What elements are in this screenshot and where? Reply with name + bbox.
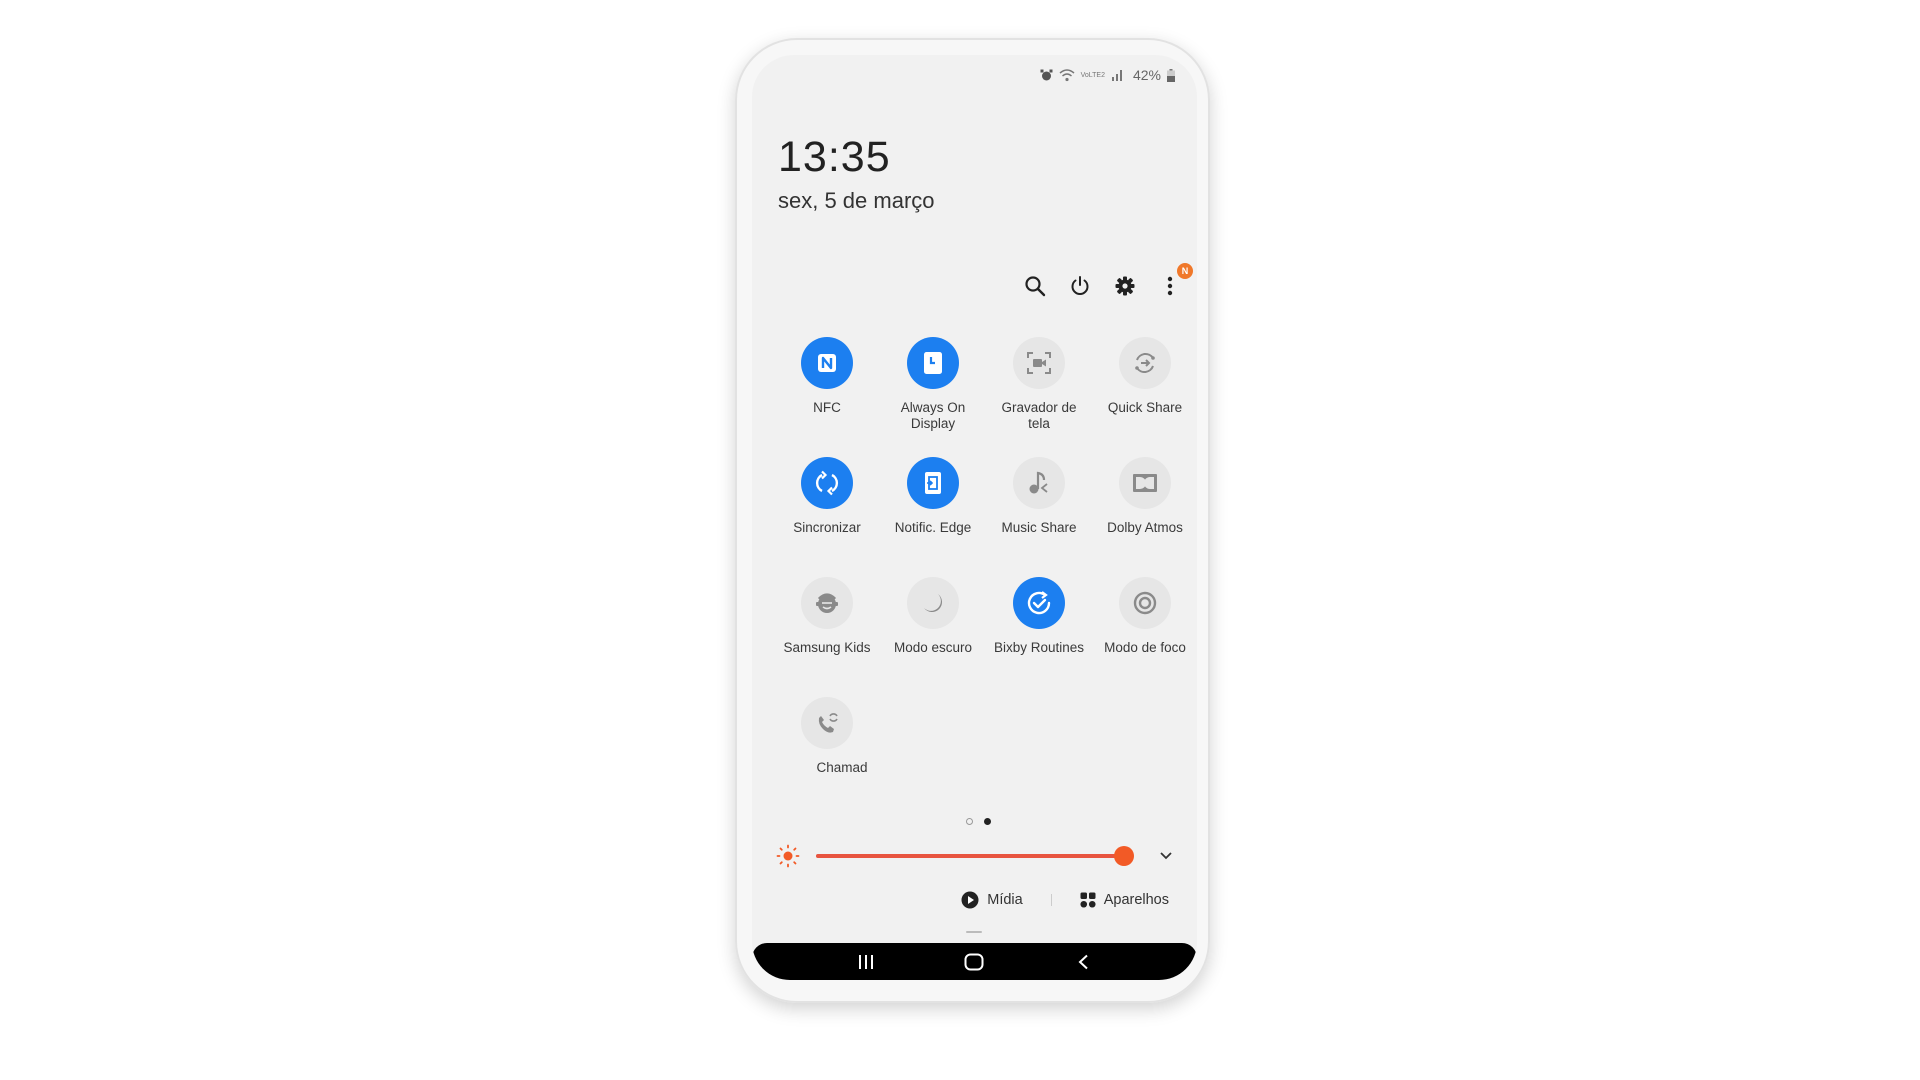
brightness-slider-thumb[interactable] xyxy=(1114,846,1135,866)
tile-screen-recorder[interactable]: Gravador de tela xyxy=(986,337,1092,457)
sun-icon xyxy=(776,844,800,868)
tile-label: Gravador de tela xyxy=(1001,400,1077,431)
bixby-routines-icon xyxy=(1013,577,1065,629)
back-button[interactable] xyxy=(1063,947,1103,977)
media-button[interactable]: Mídia xyxy=(961,891,1023,909)
tile-label: Notific. Edge xyxy=(894,520,972,535)
power-button[interactable] xyxy=(1067,273,1093,299)
settings-button[interactable] xyxy=(1112,273,1138,299)
focus-mode-icon xyxy=(1119,577,1171,629)
tile-label: Modo escuro xyxy=(893,640,973,655)
tile-dolby-atmos[interactable]: Dolby Atmos xyxy=(1092,457,1197,577)
play-circle-icon xyxy=(961,891,979,909)
wifi-icon xyxy=(1059,68,1075,82)
devices-button[interactable]: Aparelhos xyxy=(1080,892,1169,908)
tile-label: Samsung Kids xyxy=(783,640,871,655)
clock-time[interactable]: 13:35 xyxy=(778,133,891,182)
tile-label: Modo de foco xyxy=(1104,640,1186,655)
brightness-slider-fill xyxy=(816,854,1125,858)
phone-screen: VoLTE2 42% 13:35 sex, 5 de março N NFC A… xyxy=(752,55,1197,980)
tile-label: NFC xyxy=(813,400,841,415)
page-indicator xyxy=(966,818,991,825)
tile-nfc[interactable]: NFC xyxy=(774,337,880,457)
tile-focus-mode[interactable]: Modo de foco xyxy=(1092,577,1197,697)
gear-icon xyxy=(1115,276,1135,296)
tile-label: Music Share xyxy=(1001,520,1077,535)
sync-icon xyxy=(801,457,853,509)
tile-label: Quick Share xyxy=(1107,400,1183,415)
back-icon xyxy=(1078,954,1088,969)
brightness-control xyxy=(776,843,1176,869)
volte-lte-icon: VoLTE2 xyxy=(1080,71,1105,79)
notification-badge: N xyxy=(1177,263,1193,279)
tile-samsung-kids[interactable]: Samsung Kids xyxy=(774,577,880,697)
battery-icon xyxy=(1167,68,1175,82)
panel-toolbar: N xyxy=(1022,263,1193,299)
recents-icon xyxy=(859,954,874,969)
media-devices-row: Mídia Aparelhos xyxy=(961,891,1169,909)
tile-label: Bixby Routines xyxy=(993,640,1085,655)
more-vertical-icon xyxy=(1167,276,1173,296)
search-icon xyxy=(1025,276,1046,297)
media-label: Mídia xyxy=(987,892,1023,908)
tile-always-on-display[interactable]: Always On Display xyxy=(880,337,986,457)
tile-label: Sincronizar xyxy=(793,520,861,535)
screen-recorder-icon xyxy=(1013,337,1065,389)
home-icon xyxy=(964,953,984,970)
tile-label: Dolby Atmos xyxy=(1107,520,1183,535)
power-icon xyxy=(1071,276,1089,295)
tile-dark-mode[interactable]: Modo escuro xyxy=(880,577,986,697)
signal-icon xyxy=(1111,69,1123,81)
tile-bixby-routines[interactable]: Bixby Routines xyxy=(986,577,1092,697)
navigation-bar xyxy=(752,943,1197,980)
divider xyxy=(1050,894,1052,906)
tile-call-sync[interactable]: Chamad xyxy=(774,697,880,817)
music-share-icon xyxy=(1013,457,1065,509)
tile-music-share[interactable]: Music Share xyxy=(986,457,1092,577)
status-bar: VoLTE2 42% xyxy=(1040,65,1175,85)
always-on-display-icon xyxy=(907,337,959,389)
devices-grid-icon xyxy=(1080,892,1096,908)
search-button[interactable] xyxy=(1022,273,1048,299)
chevron-down-icon[interactable] xyxy=(1158,847,1174,863)
devices-label: Aparelhos xyxy=(1103,892,1169,908)
clock-date[interactable]: sex, 5 de março xyxy=(778,188,935,214)
page-dot-1[interactable] xyxy=(966,818,973,825)
more-options-button[interactable]: N xyxy=(1157,263,1193,299)
tile-label: Always On Display xyxy=(900,400,966,431)
quick-share-icon xyxy=(1119,337,1171,389)
nfc-icon xyxy=(801,337,853,389)
alarm-icon xyxy=(1040,69,1053,82)
edge-notification-icon xyxy=(907,457,959,509)
brightness-slider[interactable] xyxy=(816,846,1135,866)
tile-label: Chamad xyxy=(816,760,868,775)
home-button[interactable] xyxy=(954,947,994,977)
tile-sync[interactable]: Sincronizar xyxy=(774,457,880,577)
tile-edge-notifications[interactable]: Notific. Edge xyxy=(880,457,986,577)
call-sync-icon xyxy=(801,697,853,749)
kids-icon xyxy=(801,577,853,629)
quick-settings-grid: NFC Always On Display Gravador de tela Q… xyxy=(774,337,1197,817)
dark-mode-icon xyxy=(907,577,959,629)
dolby-icon xyxy=(1119,457,1171,509)
tile-quick-share[interactable]: Quick Share xyxy=(1092,337,1197,457)
battery-percent: 42% xyxy=(1132,67,1161,83)
recents-button[interactable] xyxy=(846,947,886,977)
page-dot-2[interactable] xyxy=(984,818,991,825)
panel-drag-handle[interactable] xyxy=(966,931,982,933)
